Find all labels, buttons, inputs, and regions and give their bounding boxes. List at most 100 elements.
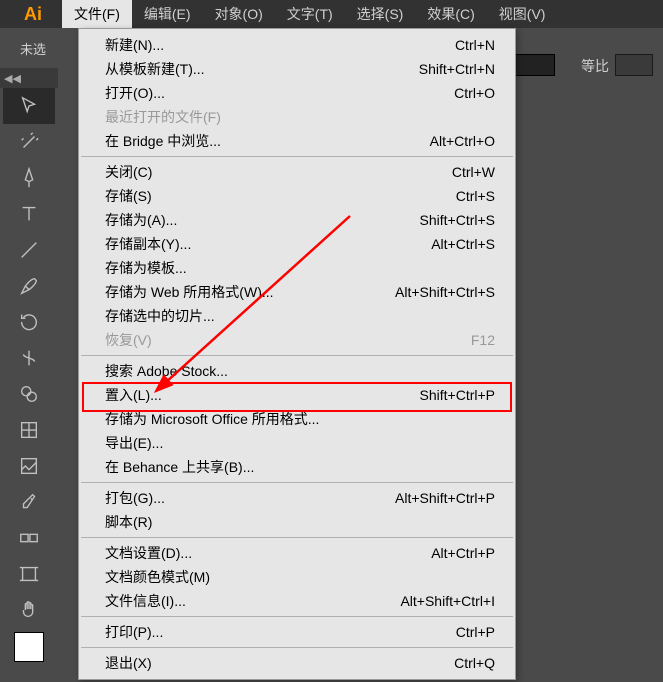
- menu-item-label: 打印(P)...: [105, 622, 163, 642]
- line-tool[interactable]: [3, 232, 55, 268]
- tools-panel-header[interactable]: ◀◀: [0, 68, 58, 88]
- rotate-tool[interactable]: [3, 304, 55, 340]
- menu-item-16[interactable]: 置入(L)... Shift+Ctrl+P: [79, 383, 515, 407]
- menu-item-19[interactable]: 在 Behance 上共享(B)...: [79, 455, 515, 479]
- menu-item-15[interactable]: 搜索 Adobe Stock...: [79, 359, 515, 383]
- menu-separator: [81, 537, 513, 538]
- menu-item-shortcut: Alt+Shift+Ctrl+S: [395, 284, 495, 300]
- image-trace-tool[interactable]: [3, 448, 55, 484]
- menu-item-shortcut: Alt+Ctrl+P: [431, 545, 495, 561]
- menu-item-3: 最近打开的文件(F): [79, 105, 515, 129]
- menu-edit[interactable]: 编辑(E): [132, 0, 203, 28]
- menu-item-shortcut: Shift+Ctrl+N: [419, 61, 495, 77]
- menu-item-8[interactable]: 存储为(A)... Shift+Ctrl+S: [79, 208, 515, 232]
- menu-item-label: 搜索 Adobe Stock...: [105, 361, 228, 381]
- menu-item-shortcut: Ctrl+O: [454, 85, 495, 101]
- menu-item-label: 从模板新建(T)...: [105, 59, 205, 79]
- menu-item-shortcut: Ctrl+N: [455, 37, 495, 53]
- menu-item-21[interactable]: 打包(G)... Alt+Shift+Ctrl+P: [79, 486, 515, 510]
- paintbrush-tool[interactable]: [3, 268, 55, 304]
- type-tool[interactable]: [3, 196, 55, 232]
- menu-item-shortcut: Shift+Ctrl+S: [420, 212, 495, 228]
- menu-item-7[interactable]: 存储(S) Ctrl+S: [79, 184, 515, 208]
- menu-item-2[interactable]: 打开(O)... Ctrl+O: [79, 81, 515, 105]
- menu-item-9[interactable]: 存储副本(Y)... Alt+Ctrl+S: [79, 232, 515, 256]
- menu-item-shortcut: Alt+Shift+Ctrl+I: [400, 593, 495, 609]
- menu-item-label: 文档设置(D)...: [105, 543, 192, 563]
- menu-item-10[interactable]: 存储为模板...: [79, 256, 515, 280]
- menubar: Ai 文件(F) 编辑(E) 对象(O) 文字(T) 选择(S) 效果(C) 视…: [0, 0, 663, 28]
- menu-item-label: 存储为(A)...: [105, 210, 177, 230]
- menu-item-13: 恢复(V) F12: [79, 328, 515, 352]
- ratio-dropdown[interactable]: [615, 54, 653, 76]
- hand-tool[interactable]: [3, 592, 55, 628]
- menu-item-label: 存储为 Microsoft Office 所用格式...: [105, 409, 319, 429]
- menu-item-12[interactable]: 存储选中的切片...: [79, 304, 515, 328]
- menu-separator: [81, 156, 513, 157]
- artboard-tool[interactable]: [3, 556, 55, 592]
- menu-item-label: 在 Behance 上共享(B)...: [105, 457, 254, 477]
- ai-logo: Ai: [4, 2, 62, 26]
- pen-tool[interactable]: [3, 160, 55, 196]
- menu-item-4[interactable]: 在 Bridge 中浏览...Alt+Ctrl+O: [79, 129, 515, 153]
- menu-item-25[interactable]: 文档颜色模式(M): [79, 565, 515, 589]
- menu-item-label: 导出(E)...: [105, 433, 163, 453]
- file-menu-dropdown: 新建(N)... Ctrl+N 从模板新建(T)... Shift+Ctrl+N 打开(…: [78, 28, 516, 680]
- menu-item-26[interactable]: 文件信息(I)... Alt+Shift+Ctrl+I: [79, 589, 515, 613]
- menu-item-24[interactable]: 文档设置(D)... Alt+Ctrl+P: [79, 541, 515, 565]
- menu-separator: [81, 355, 513, 356]
- menu-item-shortcut: Ctrl+P: [456, 624, 495, 640]
- width-tool[interactable]: [3, 340, 55, 376]
- menu-select[interactable]: 选择(S): [345, 0, 416, 28]
- menu-type[interactable]: 文字(T): [275, 0, 345, 28]
- shape-builder-tool[interactable]: [3, 376, 55, 412]
- menu-item-1[interactable]: 从模板新建(T)... Shift+Ctrl+N: [79, 57, 515, 81]
- menu-item-shortcut: Shift+Ctrl+P: [420, 387, 495, 403]
- menu-item-18[interactable]: 导出(E)...: [79, 431, 515, 455]
- menu-item-label: 文件信息(I)...: [105, 591, 186, 611]
- menu-item-shortcut: Ctrl+S: [456, 188, 495, 204]
- magic-wand-tool[interactable]: [3, 124, 55, 160]
- menu-item-label: 文档颜色模式(M): [105, 567, 210, 587]
- tools-panel: ◀◀: [0, 68, 58, 682]
- menu-item-shortcut: Ctrl+Q: [454, 655, 495, 671]
- menu-item-label: 新建(N)...: [105, 35, 164, 55]
- menu-item-shortcut: Alt+Ctrl+S: [431, 236, 495, 252]
- menu-effect[interactable]: 效果(C): [415, 0, 486, 28]
- menu-item-shortcut: Alt+Shift+Ctrl+P: [395, 490, 495, 506]
- mesh-tool[interactable]: [3, 412, 55, 448]
- menu-view[interactable]: 视图(V): [487, 0, 558, 28]
- menu-item-shortcut: Ctrl+W: [452, 164, 495, 180]
- menu-item-0[interactable]: 新建(N)... Ctrl+N: [79, 33, 515, 57]
- menu-item-22[interactable]: 脚本(R): [79, 510, 515, 534]
- menu-item-label: 存储(S): [105, 186, 152, 206]
- menu-file[interactable]: 文件(F): [62, 0, 132, 28]
- menu-item-11[interactable]: 存储为 Web 所用格式(W)... Alt+Shift+Ctrl+S: [79, 280, 515, 304]
- menu-item-label: 恢复(V): [105, 330, 152, 350]
- menu-item-label: 打包(G)...: [105, 488, 165, 508]
- menu-item-label: 存储副本(Y)...: [105, 234, 191, 254]
- selection-status: 未选: [20, 39, 46, 58]
- menu-item-label: 存储为 Web 所用格式(W)...: [105, 282, 274, 302]
- menu-item-label: 关闭(C): [105, 162, 152, 182]
- menu-separator: [81, 482, 513, 483]
- ratio-label: 等比: [581, 56, 609, 76]
- selection-tool[interactable]: [3, 88, 55, 124]
- menu-item-6[interactable]: 关闭(C) Ctrl+W: [79, 160, 515, 184]
- menu-item-label: 脚本(R): [105, 512, 152, 532]
- menu-item-label: 打开(O)...: [105, 83, 165, 103]
- fill-color-swatch[interactable]: [14, 632, 44, 662]
- menu-item-shortcut: F12: [471, 332, 495, 348]
- menu-separator: [81, 616, 513, 617]
- menu-item-label: 最近打开的文件(F): [105, 107, 221, 127]
- menu-object[interactable]: 对象(O): [203, 0, 275, 28]
- eyedropper-tool[interactable]: [3, 484, 55, 520]
- menu-item-17[interactable]: 存储为 Microsoft Office 所用格式...: [79, 407, 515, 431]
- menu-item-30[interactable]: 退出(X) Ctrl+Q: [79, 651, 515, 675]
- menu-item-label: 存储选中的切片...: [105, 306, 215, 326]
- blend-tool[interactable]: [3, 520, 55, 556]
- menu-separator: [81, 647, 513, 648]
- menu-item-label: 退出(X): [105, 653, 152, 673]
- menu-item-28[interactable]: 打印(P)... Ctrl+P: [79, 620, 515, 644]
- menu-item-label: 置入(L)...: [105, 385, 162, 405]
